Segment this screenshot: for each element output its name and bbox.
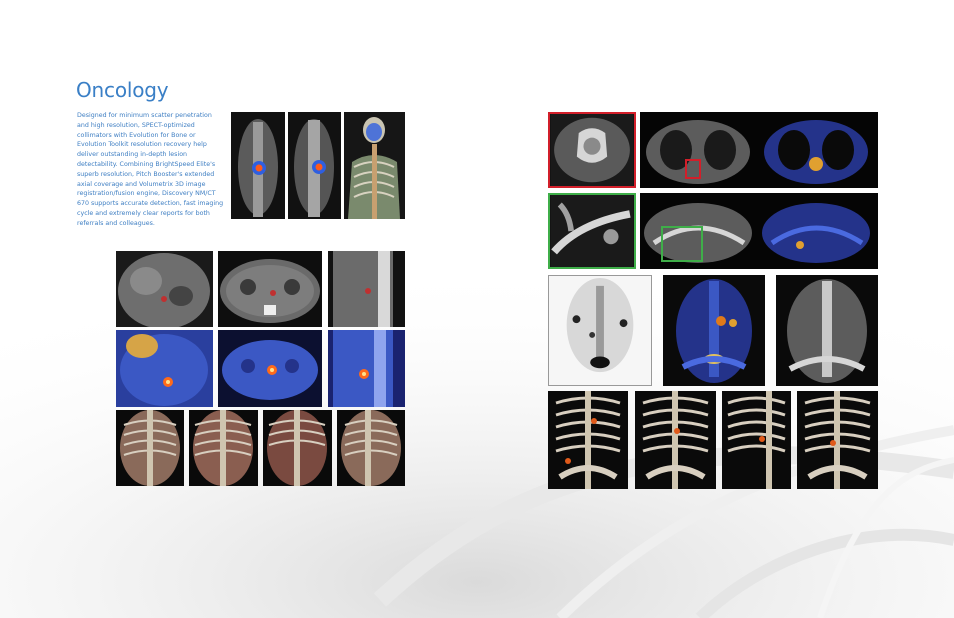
3d-torso-render-4 — [337, 410, 405, 486]
3d-skeleton-image — [344, 112, 405, 219]
description-paragraph: Designed for minimum scatter penetration… — [77, 112, 224, 227]
3d-skeleton-render-1 — [548, 391, 628, 489]
ct-axial-abdomen-image — [218, 251, 322, 327]
3d-skeleton-render-4 — [797, 391, 878, 489]
3d-torso-render-3 — [263, 410, 332, 486]
spect-ct-sagittal-fusion-image — [328, 330, 405, 407]
ct-pelvis-zoom-green-image — [548, 193, 636, 269]
3d-skeleton-render-3 — [722, 391, 791, 489]
spect-ct-coronal-fusion-image — [116, 330, 213, 407]
page-title: Oncology — [76, 78, 169, 102]
3d-torso-render-1 — [116, 410, 184, 486]
ct-coronal-large-image — [776, 275, 878, 386]
ct-axial-chest-image — [640, 112, 878, 188]
spect-ct-axial-fusion-image — [218, 330, 322, 407]
ct-vertebra-zoom-red-image — [548, 112, 636, 188]
ct-sagittal-spine-image — [328, 251, 405, 327]
ct-coronal-abdomen-image — [116, 251, 213, 327]
ct-axial-pelvis-image — [640, 193, 878, 269]
3d-skeleton-render-2 — [635, 391, 716, 489]
spect-ct-coronal-fusion-large-image — [663, 275, 765, 386]
spect-coronal-image-2 — [288, 112, 341, 219]
spect-coronal-image-1 — [231, 112, 285, 219]
3d-torso-render-2 — [189, 410, 258, 486]
pet-mip-image — [548, 275, 652, 386]
